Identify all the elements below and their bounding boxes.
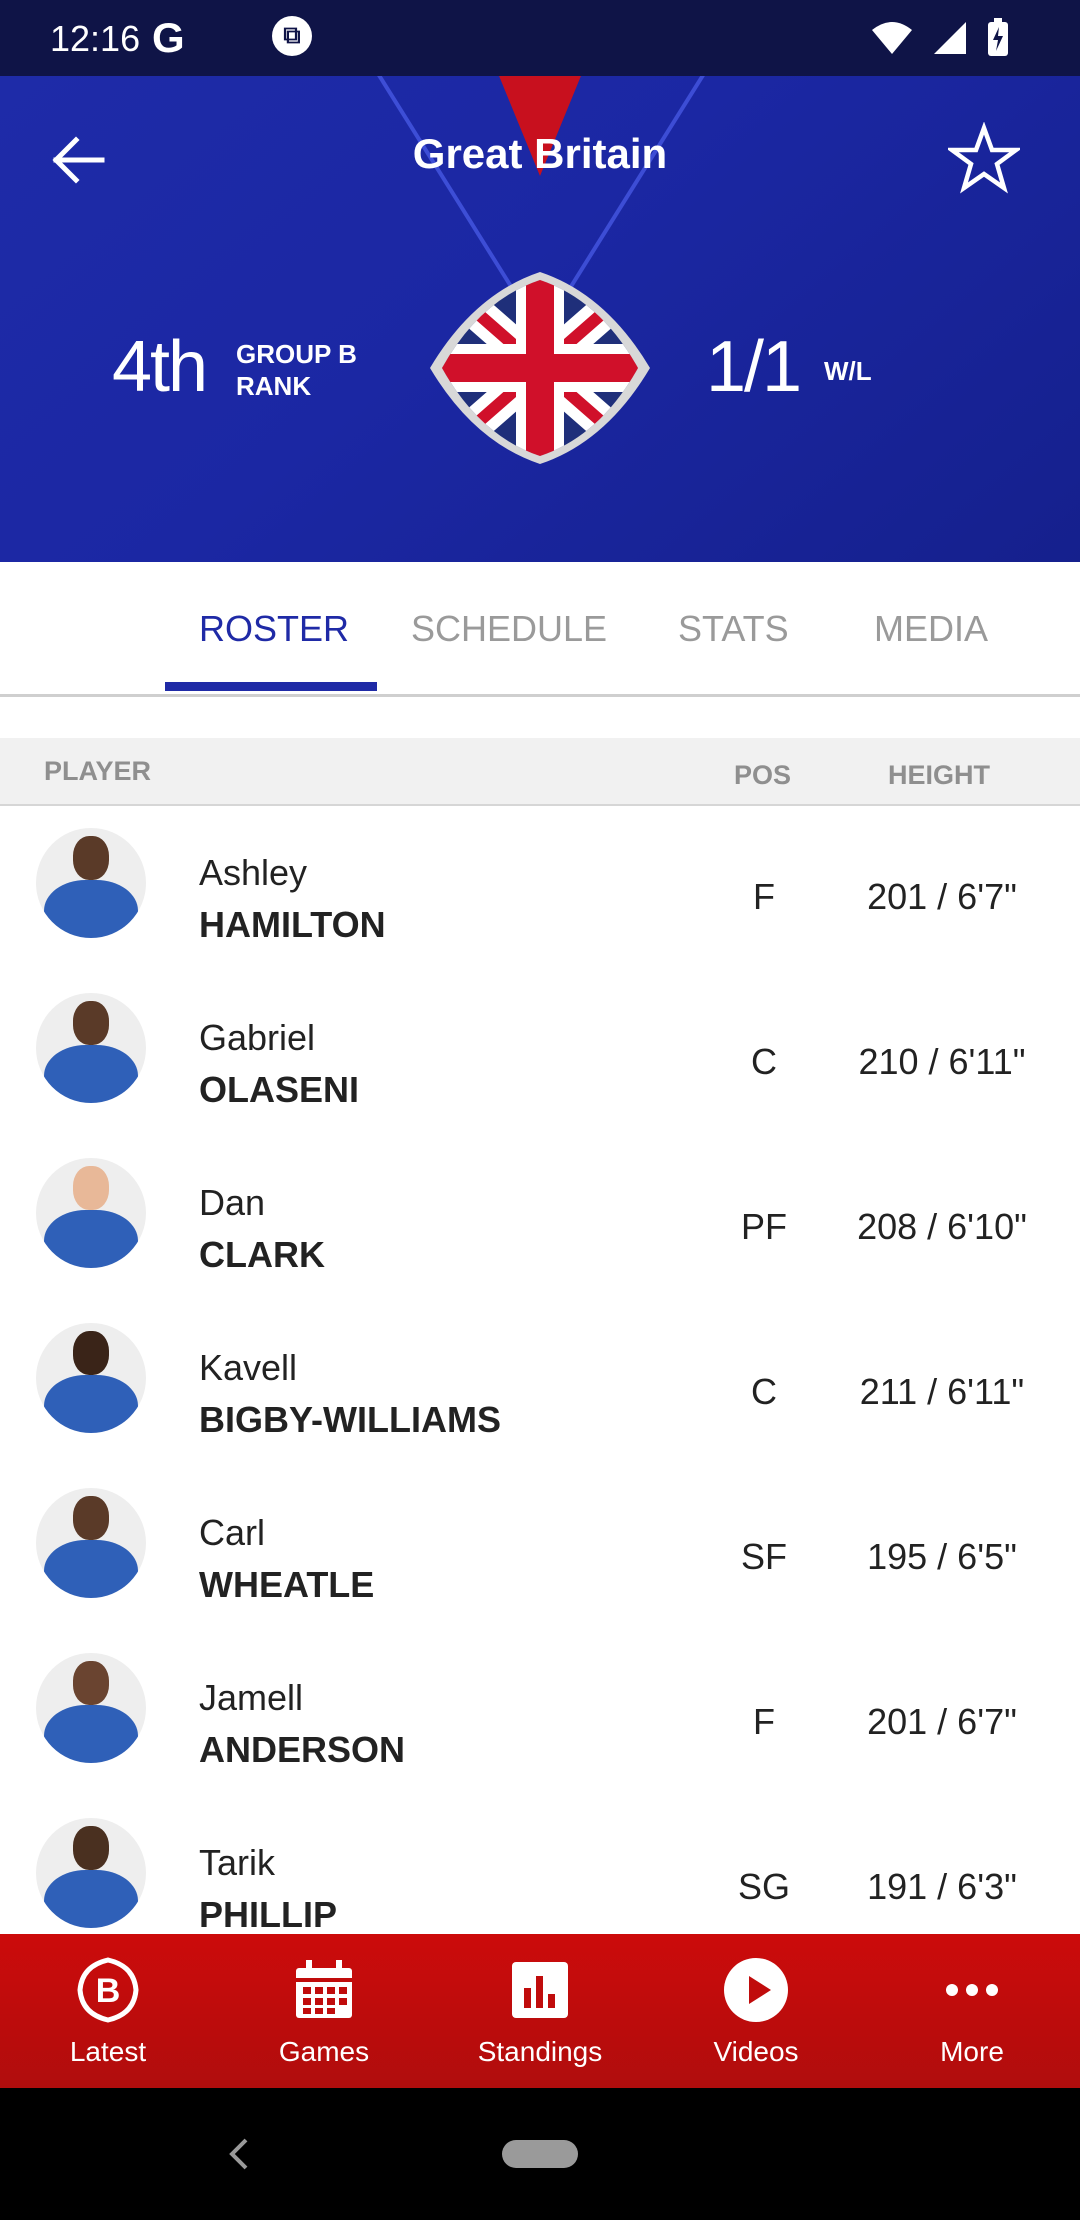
- player-position: PF: [740, 1206, 787, 1247]
- table-row[interactable]: Dan CLARK PF 208 / 6'10": [0, 1136, 1080, 1301]
- group-rank-value: 4th: [112, 327, 208, 407]
- table-row[interactable]: Jamell ANDERSON F 201 / 6'7": [0, 1631, 1080, 1796]
- player-avatar: [36, 993, 146, 1103]
- player-last-name: WHEATLE: [199, 1564, 375, 1605]
- group-rank-label-line1: GROUP B: [236, 339, 357, 369]
- column-header-height: HEIGHT: [888, 760, 991, 790]
- player-avatar: [36, 1818, 146, 1928]
- player-position: F: [753, 876, 775, 917]
- page-title: Great Britain: [412, 130, 668, 177]
- roster-table-header: PLAYER POS HEIGHT: [0, 738, 1080, 806]
- google-icon: G: [152, 14, 185, 61]
- player-avatar: [36, 1488, 146, 1598]
- system-navigation-bar: [0, 2088, 1080, 2220]
- nav-standings-label: Standings: [477, 2036, 603, 2067]
- player-last-name: BIGBY-WILLIAMS: [199, 1399, 501, 1440]
- nav-standings[interactable]: Standings: [432, 1934, 648, 2088]
- active-tab-indicator: [165, 682, 377, 691]
- roster-list: Ashley HAMILTON F 201 / 6'7" Gabriel OLA…: [0, 806, 1080, 1934]
- nav-more[interactable]: More: [864, 1934, 1080, 2088]
- status-time: 12:16: [50, 18, 141, 59]
- win-loss-value: 1/1: [706, 327, 802, 407]
- player-first-name: Carl: [199, 1512, 266, 1553]
- column-header-pos: POS: [734, 760, 792, 790]
- team-tabs: ROSTER SCHEDULE STATS MEDIA: [0, 562, 1080, 697]
- player-last-name: CLARK: [199, 1234, 325, 1275]
- calendar-icon: [296, 1960, 352, 2018]
- bottom-navigation: B Latest Games Standings Videos More: [0, 1934, 1080, 2088]
- union-jack-emblem-icon: [430, 272, 650, 464]
- player-last-name: HAMILTON: [199, 904, 386, 945]
- status-icons: [870, 18, 1010, 58]
- system-home-pill[interactable]: [502, 2140, 578, 2168]
- player-last-name: OLASENI: [199, 1069, 360, 1110]
- play-icon: [724, 1958, 788, 2022]
- column-header-player: PLAYER: [44, 756, 152, 786]
- player-last-name: ANDERSON: [199, 1729, 406, 1770]
- favorite-star-icon[interactable]: [948, 122, 1020, 194]
- nav-videos[interactable]: Videos: [648, 1934, 864, 2088]
- system-back-icon[interactable]: [224, 2134, 254, 2174]
- group-rank-label-line2: RANK: [236, 371, 312, 401]
- player-position: SG: [737, 1866, 790, 1907]
- table-row[interactable]: Carl WHEATLE SF 195 / 6'5": [0, 1466, 1080, 1631]
- player-position: C: [751, 1041, 777, 1082]
- tab-stats[interactable]: STATS: [678, 608, 789, 650]
- wifi-icon: [872, 22, 912, 54]
- player-height: 195 / 6'5": [867, 1536, 1017, 1577]
- tab-media[interactable]: MEDIA: [874, 608, 988, 650]
- tab-schedule[interactable]: SCHEDULE: [411, 608, 607, 650]
- player-height: 201 / 6'7": [867, 1701, 1017, 1742]
- player-avatar: [36, 1158, 146, 1268]
- table-row[interactable]: Gabriel OLASENI C 210 / 6'11": [0, 971, 1080, 1136]
- player-position: F: [753, 1701, 775, 1742]
- player-avatar: [36, 1653, 146, 1763]
- player-height: 208 / 6'10": [857, 1206, 1027, 1247]
- svg-text:B: B: [96, 1972, 121, 2010]
- more-dots-icon: [946, 1984, 998, 1996]
- player-position: SF: [740, 1536, 787, 1577]
- table-row[interactable]: Kavell BIGBY-WILLIAMS C 211 / 6'11": [0, 1301, 1080, 1466]
- player-height: 211 / 6'11": [859, 1371, 1025, 1412]
- player-first-name: Ashley: [199, 852, 308, 893]
- player-first-name: Gabriel: [199, 1017, 316, 1058]
- nav-games[interactable]: Games: [216, 1934, 432, 2088]
- status-bar: 12:16 G ⧉: [0, 0, 1080, 76]
- table-row[interactable]: Ashley HAMILTON F 201 / 6'7": [0, 806, 1080, 971]
- nav-latest[interactable]: B Latest: [0, 1934, 216, 2088]
- nav-latest-label: Latest: [69, 2036, 147, 2067]
- tab-roster[interactable]: ROSTER: [199, 608, 349, 650]
- player-avatar: [36, 828, 146, 938]
- group-rank-label: GROUP B RANK: [236, 338, 357, 402]
- nav-games-label: Games: [278, 2036, 370, 2067]
- player-first-name: Kavell: [199, 1347, 298, 1388]
- nav-videos-label: Videos: [713, 2036, 799, 2067]
- table-row[interactable]: Tarik PHILLIP SG 191 / 6'3": [0, 1796, 1080, 1934]
- player-last-name: PHILLIP: [199, 1894, 338, 1934]
- player-first-name: Tarik: [199, 1842, 276, 1883]
- nav-more-label: More: [940, 2036, 1004, 2067]
- player-height: 201 / 6'7": [867, 876, 1017, 917]
- player-avatar: [36, 1323, 146, 1433]
- player-height: 191 / 6'3": [867, 1866, 1017, 1907]
- player-first-name: Jamell: [199, 1677, 304, 1718]
- win-loss-label: W/L: [824, 356, 872, 386]
- team-header: Great Britain 4th GROUP B RANK 1/1 W/L: [0, 76, 1080, 562]
- player-position: C: [751, 1371, 777, 1412]
- battery-charging-icon: [988, 18, 1008, 56]
- player-first-name: Dan: [199, 1182, 266, 1223]
- latest-logo-icon: B: [77, 1957, 139, 2023]
- screen-share-icon: ⧉: [272, 16, 312, 56]
- signal-icon: [934, 22, 966, 54]
- player-height: 210 / 6'11": [858, 1041, 1026, 1082]
- bar-chart-icon: [512, 1962, 568, 2018]
